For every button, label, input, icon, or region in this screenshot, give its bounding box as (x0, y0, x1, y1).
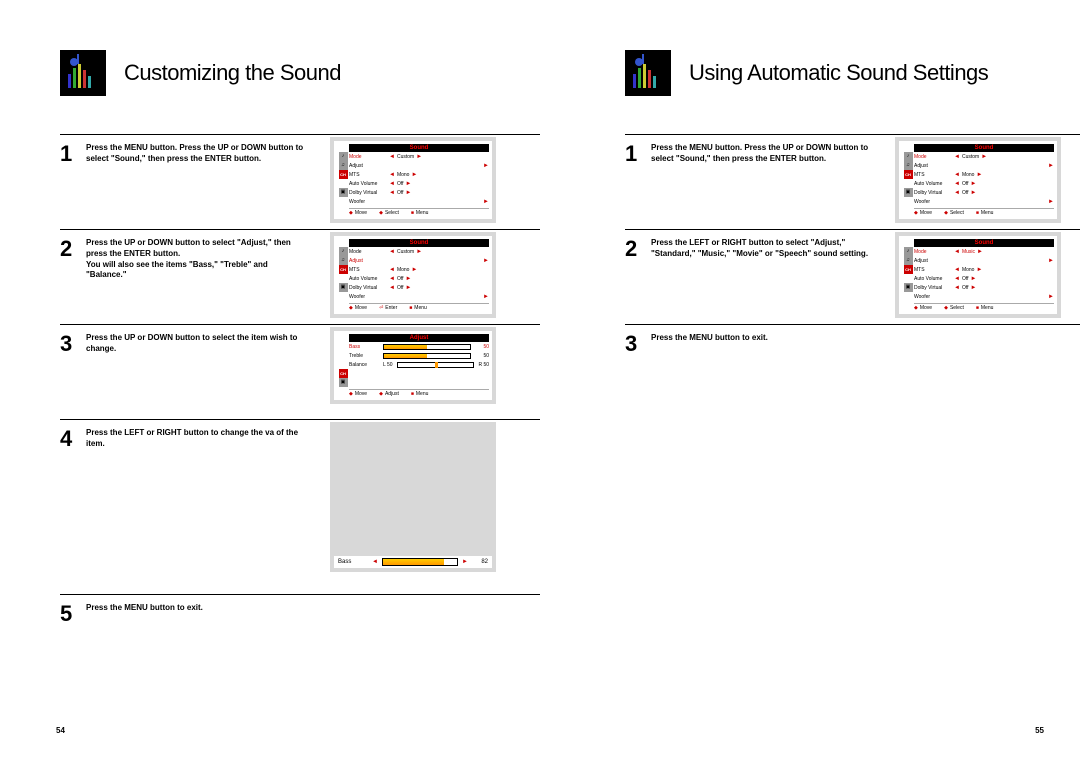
osd-screenshot: Sound ♪Mode◄Custom► ♫Adjust► CHMTS◄Mono►… (330, 232, 496, 318)
page-title: Customizing the Sound (124, 60, 341, 86)
step-2: 2 Press the UP or DOWN button to select … (60, 229, 540, 324)
osd-title: Sound (349, 144, 489, 152)
step-3: 3 Press the UP or DOWN button to select … (60, 324, 540, 419)
page-number: 55 (1035, 726, 1044, 735)
steps-right: 1 Press the MENU button. Press the UP or… (625, 134, 1080, 371)
osd-screenshot: Sound ♪Mode◄Custom► ♫Adjust► CHMTS◄Mono►… (330, 137, 496, 223)
page-right: Using Automatic Sound Settings 1 Press t… (625, 50, 1080, 371)
sound-icon (625, 50, 671, 96)
page-left: Customizing the Sound 1 Press the MENU b… (60, 50, 540, 641)
step-text: Press the MENU button. Press the UP or D… (86, 141, 304, 229)
adjust-bar: Bass ◄ ► 82 (334, 556, 492, 568)
sound-icon (60, 50, 106, 96)
step-number: 1 (60, 141, 86, 229)
page-number: 54 (56, 726, 65, 735)
header: Customizing the Sound (60, 50, 540, 96)
osd-screenshot: Adjust Bass50 Treble50 BalanceL 50R 50 C… (330, 327, 496, 404)
step-1: 1 Press the MENU button. Press the UP or… (625, 134, 1080, 229)
page-title: Using Automatic Sound Settings (689, 60, 988, 86)
osd-screenshot: Sound ♪Mode◄Custom► ♫Adjust► CHMTS◄Mono►… (895, 137, 1061, 223)
osd-screenshot: Bass ◄ ► 82 (330, 422, 496, 572)
header: Using Automatic Sound Settings (625, 50, 1080, 96)
step-3: 3 Press the MENU button to exit. (625, 324, 1080, 371)
step-4: 4 Press the LEFT or RIGHT button to chan… (60, 419, 540, 594)
step-1: 1 Press the MENU button. Press the UP or… (60, 134, 540, 229)
step-2: 2 Press the LEFT or RIGHT button to sele… (625, 229, 1080, 324)
osd-screenshot: Sound ♪Mode◄Music► ♫Adjust► CHMTS◄Mono► … (895, 232, 1061, 318)
steps-left: 1 Press the MENU button. Press the UP or… (60, 134, 540, 641)
step-5: 5 Press the MENU button to exit. (60, 594, 540, 641)
